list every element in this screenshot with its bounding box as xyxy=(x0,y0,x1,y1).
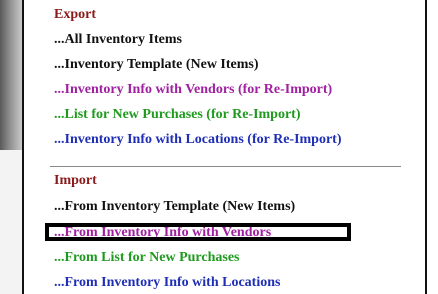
menu-item-export-all-inventory-items[interactable]: ...All Inventory Items xyxy=(54,31,182,49)
menu-item-export-inventory-template[interactable]: ...Inventory Template (New Items) xyxy=(54,56,259,74)
menu-item-import-from-inventory-info-with-vendors[interactable]: ...From Inventory Info with Vendors xyxy=(54,224,271,242)
import-heading: Import xyxy=(54,173,97,188)
menu-item-import-from-list-for-new-purchases[interactable]: ...From List for New Purchases xyxy=(54,249,239,267)
menu-item-export-list-for-new-purchases[interactable]: ...List for New Purchases (for Re-Import… xyxy=(54,106,301,124)
menu-item-import-from-inventory-info-with-locations[interactable]: ...From Inventory Info with Locations xyxy=(54,274,280,292)
menu-item-export-inventory-info-with-locations[interactable]: ...Inventory Info with Locations (for Re… xyxy=(54,131,342,149)
menu-item-export-inventory-info-with-vendors[interactable]: ...Inventory Info with Vendors (for Re-I… xyxy=(54,81,332,99)
screenshot-page: Export ...All Inventory Items ...Invento… xyxy=(0,0,438,294)
inventory-import-export-menu: Export ...All Inventory Items ...Invento… xyxy=(22,0,427,294)
export-heading: Export xyxy=(54,7,96,22)
background-window-edge-lower xyxy=(0,150,22,294)
menu-item-import-from-inventory-template[interactable]: ...From Inventory Template (New Items) xyxy=(54,198,295,216)
section-divider xyxy=(50,166,401,167)
